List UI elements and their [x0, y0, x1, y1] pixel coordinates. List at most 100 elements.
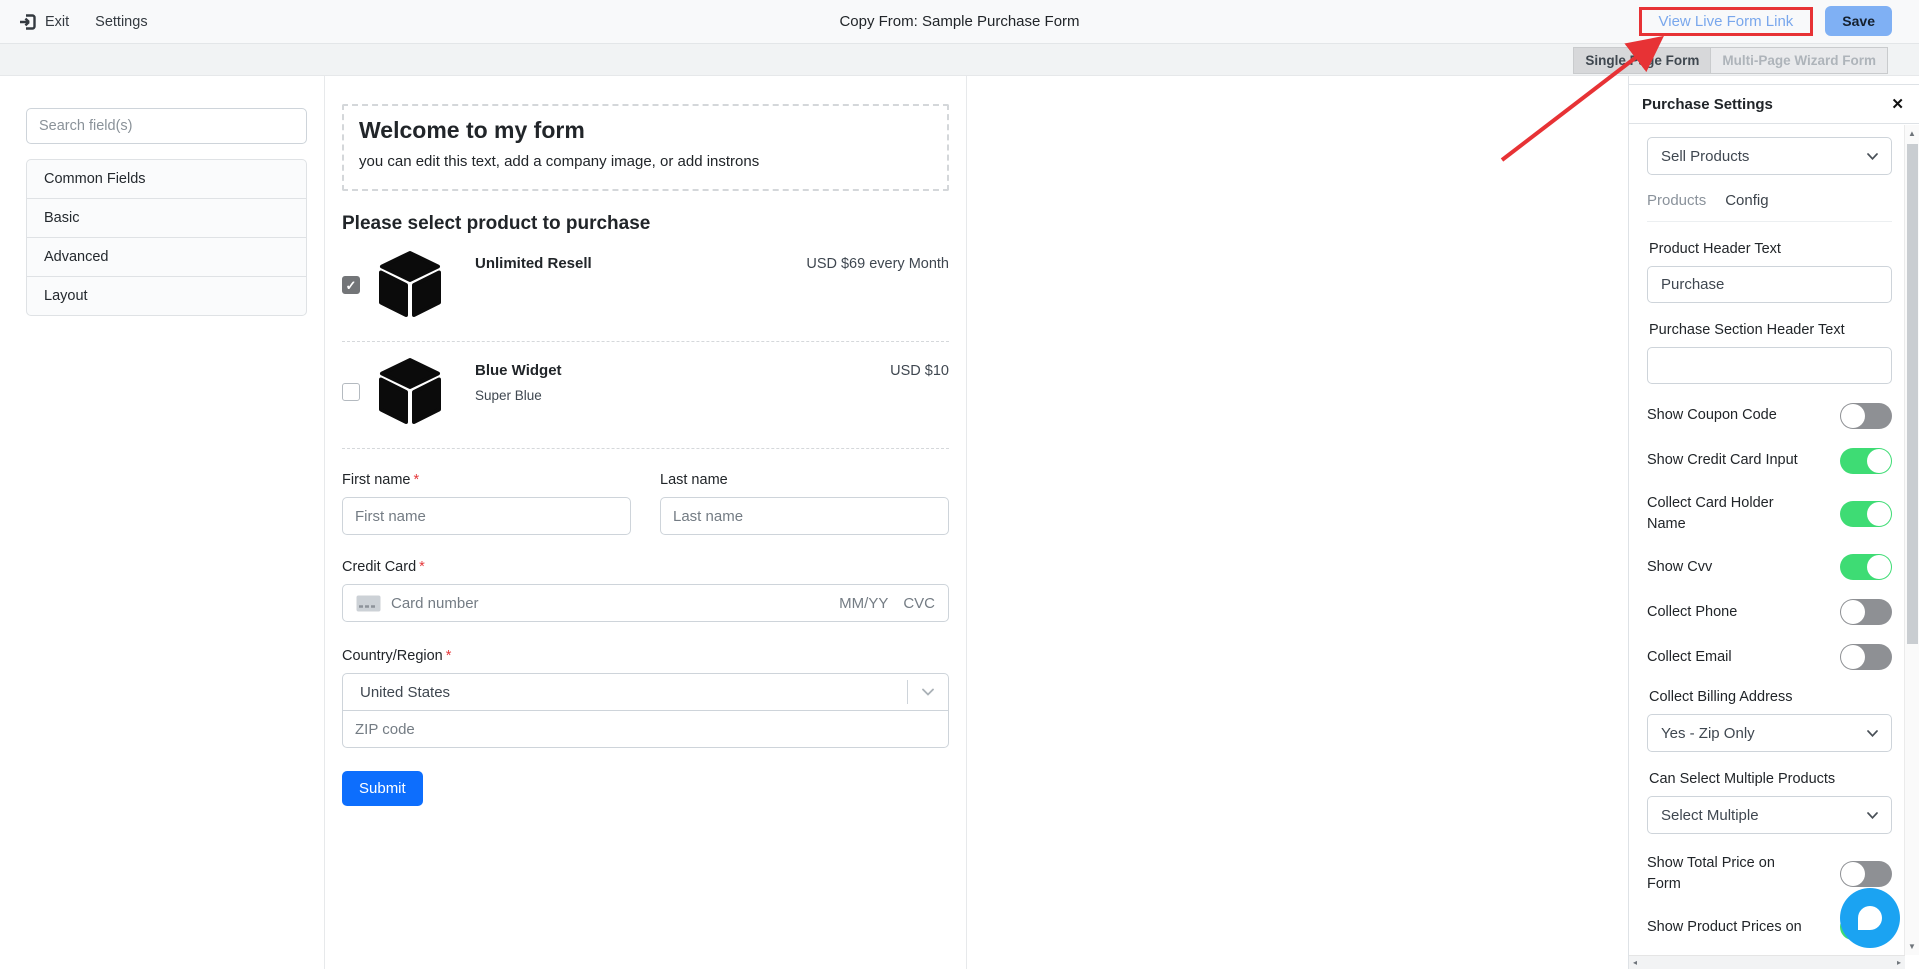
chevron-down-icon: [907, 680, 948, 704]
toggle-row-collect-email: Collect Email: [1647, 644, 1892, 670]
close-icon[interactable]: ✕: [1891, 97, 1904, 112]
panel-tabs: Products Config: [1647, 192, 1892, 222]
mode-select-value: Sell Products: [1661, 148, 1749, 165]
fields-accordion: Common Fields Basic Advanced Layout: [26, 159, 307, 316]
form-builder-page: Exit Settings Copy From: Sample Purchase…: [0, 0, 1919, 969]
toggle-row-collect-card-holder-name: Collect Card Holder Name: [1647, 493, 1892, 535]
exit-button[interactable]: Exit: [18, 12, 69, 32]
show-cvv-toggle[interactable]: [1840, 554, 1892, 580]
scroll-right-icon[interactable]: ▸: [1897, 958, 1901, 967]
form-canvas: Welcome to my form you can edit this tex…: [324, 76, 967, 969]
sidebar-item-label: Basic: [44, 210, 79, 226]
last-name-label: Last name: [660, 472, 949, 488]
sidebar-item-layout[interactable]: Layout: [26, 276, 307, 316]
view-live-form-link[interactable]: View Live Form Link: [1659, 13, 1794, 30]
sidebar-item-label: Common Fields: [44, 171, 146, 187]
name-fields-row: First name* Last name: [342, 472, 949, 535]
purchase-settings-panel: Purchase Settings ✕ Sell Products Produc…: [1628, 76, 1919, 969]
panel-body: Sell Products Products Config Product He…: [1629, 124, 1919, 940]
toggle-row-show-cvv: Show Cvv: [1647, 554, 1892, 580]
exit-label: Exit: [45, 14, 69, 30]
toggle-label: Show Product Prices on: [1647, 917, 1802, 938]
sidebar-item-basic[interactable]: Basic: [26, 198, 307, 238]
product-header-text-input[interactable]: [1647, 266, 1892, 303]
sidebar-item-advanced[interactable]: Advanced: [26, 237, 307, 277]
sidebar-item-common-fields[interactable]: Common Fields: [26, 159, 307, 199]
product-price: USD $69 every Month: [806, 256, 949, 272]
tab-config[interactable]: Config: [1725, 192, 1768, 209]
panel-horizontal-scrollbar[interactable]: ◂ ▸: [1629, 955, 1905, 969]
expiry-placeholder: MM/YY: [839, 595, 888, 612]
tab-products[interactable]: Products: [1647, 192, 1706, 209]
product-row-blue-widget: ✓ Blue Widget USD $10 Super Blue: [342, 342, 949, 449]
first-name-field: First name*: [342, 472, 631, 535]
settings-button[interactable]: Settings: [95, 14, 147, 30]
toggle-label: Show Credit Card Input: [1647, 450, 1798, 471]
zip-code-input[interactable]: [342, 711, 949, 748]
form-header-block[interactable]: Welcome to my form you can edit this tex…: [342, 104, 949, 191]
exit-icon: [18, 12, 38, 32]
product-price: USD $10: [890, 363, 949, 379]
panel-title: Purchase Settings: [1642, 96, 1773, 113]
product-header-text-label: Product Header Text: [1647, 241, 1892, 257]
required-asterisk: *: [419, 559, 425, 575]
cube-icon: [378, 357, 442, 427]
last-name-input[interactable]: [660, 497, 949, 535]
select-multiple-value: Select Multiple: [1661, 807, 1759, 824]
country-select-value: United States: [343, 684, 907, 701]
product-info: Blue Widget USD $10 Super Blue: [475, 357, 949, 403]
search-input[interactable]: [26, 108, 307, 144]
first-name-input[interactable]: [342, 497, 631, 535]
collect-phone-toggle[interactable]: [1840, 599, 1892, 625]
product-name: Blue Widget: [475, 362, 562, 379]
collect-email-toggle[interactable]: [1840, 644, 1892, 670]
toggle-label: Collect Email: [1647, 647, 1732, 668]
product-row-unlimited-resell: ✓ Unlimited Resell USD $69 every Month: [342, 235, 949, 342]
form-header-subtitle: you can edit this text, add a company im…: [359, 153, 932, 170]
toggle-label: Show Cvv: [1647, 557, 1712, 578]
product-checkbox[interactable]: ✓: [342, 276, 360, 294]
credit-card-field: Credit Card* Card number MM/YY CVC: [342, 559, 949, 622]
tab-single-page-form[interactable]: Single Page Form: [1573, 47, 1711, 74]
country-label: Country/Region: [342, 648, 443, 664]
form-header-title: Welcome to my form: [359, 117, 932, 144]
product-name: Unlimited Resell: [475, 255, 592, 272]
scroll-left-icon[interactable]: ◂: [1633, 958, 1637, 967]
mode-select[interactable]: Sell Products: [1647, 137, 1892, 175]
purchase-section-header-label: Purchase Section Header Text: [1647, 322, 1892, 338]
toggle-row-show-coupon-code: Show Coupon Code: [1647, 403, 1892, 429]
check-icon: ✓: [346, 279, 357, 292]
card-number-placeholder: Card number: [391, 595, 479, 612]
scroll-up-icon[interactable]: ▲: [1905, 129, 1919, 138]
show-total-price-toggle[interactable]: [1840, 861, 1892, 887]
annotation-red-box: View Live Form Link: [1639, 7, 1814, 36]
select-multiple-select[interactable]: Select Multiple: [1647, 796, 1892, 834]
first-name-label: First name: [342, 472, 411, 488]
required-asterisk: *: [414, 472, 420, 488]
panel-vertical-scrollbar[interactable]: ▲ ▼: [1904, 125, 1919, 955]
credit-card-input[interactable]: Card number MM/YY CVC: [342, 584, 949, 622]
product-info: Unlimited Resell USD $69 every Month: [475, 250, 949, 272]
scrollbar-thumb[interactable]: [1907, 144, 1918, 644]
toggle-label: Collect Card Holder Name: [1647, 493, 1809, 535]
save-button[interactable]: Save: [1825, 6, 1892, 36]
topbar-actions: View Live Form Link Save: [1639, 6, 1892, 36]
show-coupon-code-toggle[interactable]: [1840, 403, 1892, 429]
submit-button[interactable]: Submit: [342, 771, 423, 806]
toggle-label: Show Coupon Code: [1647, 405, 1777, 426]
top-bar: Exit Settings Copy From: Sample Purchase…: [0, 0, 1919, 44]
scroll-down-icon[interactable]: ▼: [1905, 942, 1919, 951]
purchase-section-header-input[interactable]: [1647, 347, 1892, 384]
billing-address-select[interactable]: Yes - Zip Only: [1647, 714, 1892, 752]
show-credit-card-input-toggle[interactable]: [1840, 448, 1892, 474]
chat-widget-button[interactable]: [1840, 888, 1900, 948]
chevron-down-icon: [1867, 153, 1878, 160]
collect-card-holder-name-toggle[interactable]: [1840, 501, 1892, 527]
product-subtitle: Super Blue: [475, 388, 949, 403]
tab-multi-page-wizard-form[interactable]: Multi-Page Wizard Form: [1711, 47, 1888, 74]
form-mode-tabs: Single Page Form Multi-Page Wizard Form: [1573, 47, 1888, 74]
country-select[interactable]: United States: [342, 673, 949, 711]
product-checkbox[interactable]: ✓: [342, 383, 360, 401]
country-field: Country/Region* United States: [342, 648, 949, 748]
required-asterisk: *: [446, 648, 452, 664]
